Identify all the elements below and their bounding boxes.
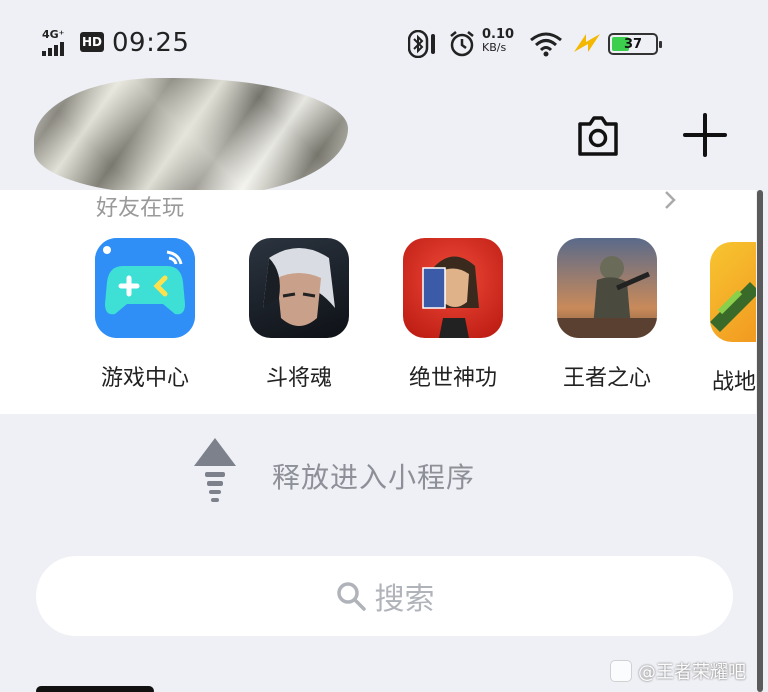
game-label: 绝世神功: [408, 366, 497, 391]
friends-playing-title: 好友在玩: [96, 196, 185, 221]
battery-level: 37: [623, 36, 643, 52]
game-label: 王者之心: [562, 366, 651, 391]
alarm-icon: [450, 31, 474, 57]
game-item-doujianghun[interactable]: 斗将魂: [244, 238, 354, 392]
zhandi-icon: [710, 242, 756, 342]
pull-to-enter-miniprogram-hint: 释放进入小程序: [272, 461, 476, 494]
scrollbar[interactable]: [757, 190, 763, 692]
game-item-game-center[interactable]: 游戏中心: [90, 238, 200, 392]
tieba-logo-icon: [610, 660, 632, 682]
arrow-up-icon: [194, 438, 236, 502]
game-label: 斗将魂: [265, 366, 332, 391]
friends-playing-panel: 好友在玩 游戏中心 斗将魂 绝世神功 王者之心 战地: [0, 190, 756, 414]
search-icon: [336, 582, 366, 611]
game-item-zhandi[interactable]: 战地: [706, 238, 756, 396]
network-type: 4G⁺: [42, 28, 65, 41]
header: [0, 78, 768, 196]
game-label: 游戏中心: [100, 366, 189, 391]
game-center-icon: [95, 238, 195, 338]
bluetooth-icon: [408, 30, 435, 58]
cellular-signal-icon: 4G⁺: [40, 28, 74, 56]
doujianghun-icon: [249, 238, 349, 338]
hd-badge: HD: [80, 32, 104, 52]
bottom-card-edge: [36, 686, 154, 692]
clock: 09:25: [112, 28, 190, 58]
game-label: 战地: [712, 370, 756, 395]
avatar[interactable]: [34, 78, 348, 196]
watermark-text: @王者荣耀吧: [638, 662, 746, 683]
game-item-wangzhezhixin[interactable]: 王者之心: [552, 238, 662, 392]
camera-icon[interactable]: [576, 114, 620, 158]
wangzhezhixin-icon: [557, 238, 657, 338]
status-bar: 4G⁺ HD 09:25 0.10 KB/s 37: [0, 0, 768, 80]
watermark: @王者荣耀吧: [610, 658, 746, 684]
search-placeholder: 搜索: [374, 582, 435, 617]
network-speed: 0.10 KB/s: [482, 28, 514, 54]
plus-icon[interactable]: [682, 112, 728, 158]
jueshishengong-icon: [403, 238, 503, 338]
speed-unit: KB/s: [482, 41, 507, 54]
speed-value: 0.10: [482, 27, 515, 42]
charging-icon: [574, 34, 600, 52]
search-bar[interactable]: 搜索: [36, 556, 733, 636]
battery-icon: 37: [608, 33, 662, 55]
game-item-jueshishengong[interactable]: 绝世神功: [398, 238, 508, 392]
wifi-icon: [530, 32, 562, 57]
chevron-right-icon[interactable]: [660, 190, 680, 210]
